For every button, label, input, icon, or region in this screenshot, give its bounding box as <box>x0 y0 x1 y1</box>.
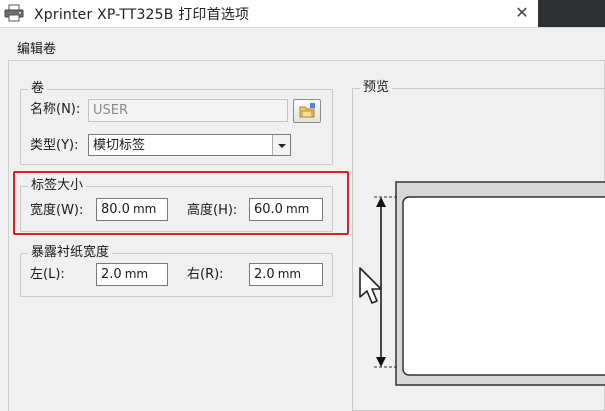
tab-label: 编辑卷 <box>17 42 57 57</box>
close-button[interactable]: ✕ <box>505 0 539 27</box>
left-label: 左(L): <box>30 267 65 282</box>
name-label: 名称(N): <box>30 102 81 117</box>
liner-width-caption: 暴露衬纸宽度 <box>28 245 113 261</box>
right-label: 右(R): <box>187 267 224 282</box>
right-value: 2.0 <box>254 267 275 282</box>
tab-strip: 编辑卷 <box>0 28 605 62</box>
window-title: Xprinter XP-TT325B 打印首选项 <box>34 7 250 23</box>
name-field[interactable]: USER <box>88 99 288 122</box>
browse-button[interactable] <box>293 99 321 123</box>
type-label: 类型(Y): <box>30 138 79 153</box>
name-value: USER <box>93 103 129 118</box>
right-unit: mm <box>277 267 302 281</box>
folder-browse-icon <box>299 103 315 118</box>
chevron-down-icon <box>272 135 290 155</box>
roll-group-caption: 卷 <box>28 81 48 97</box>
label-shape <box>402 196 605 376</box>
type-value: 模切标签 <box>93 138 146 153</box>
preview-caption: 预览 <box>360 80 393 96</box>
title-bar: Xprinter XP-TT325B 打印首选项 ✕ <box>0 0 605 27</box>
printer-icon <box>4 4 24 22</box>
left-field[interactable]: 2.0 mm <box>96 263 168 286</box>
background-window-edge <box>538 0 605 27</box>
highlight-box <box>13 171 349 235</box>
left-value: 2.0 <box>101 267 122 282</box>
left-unit: mm <box>124 267 149 281</box>
tab-edit-roll[interactable]: 编辑卷 <box>0 28 70 62</box>
type-select[interactable]: 模切标签 <box>88 134 291 156</box>
mouse-cursor-icon <box>359 267 382 304</box>
label-preview <box>374 181 605 386</box>
right-field[interactable]: 2.0 mm <box>249 263 323 286</box>
